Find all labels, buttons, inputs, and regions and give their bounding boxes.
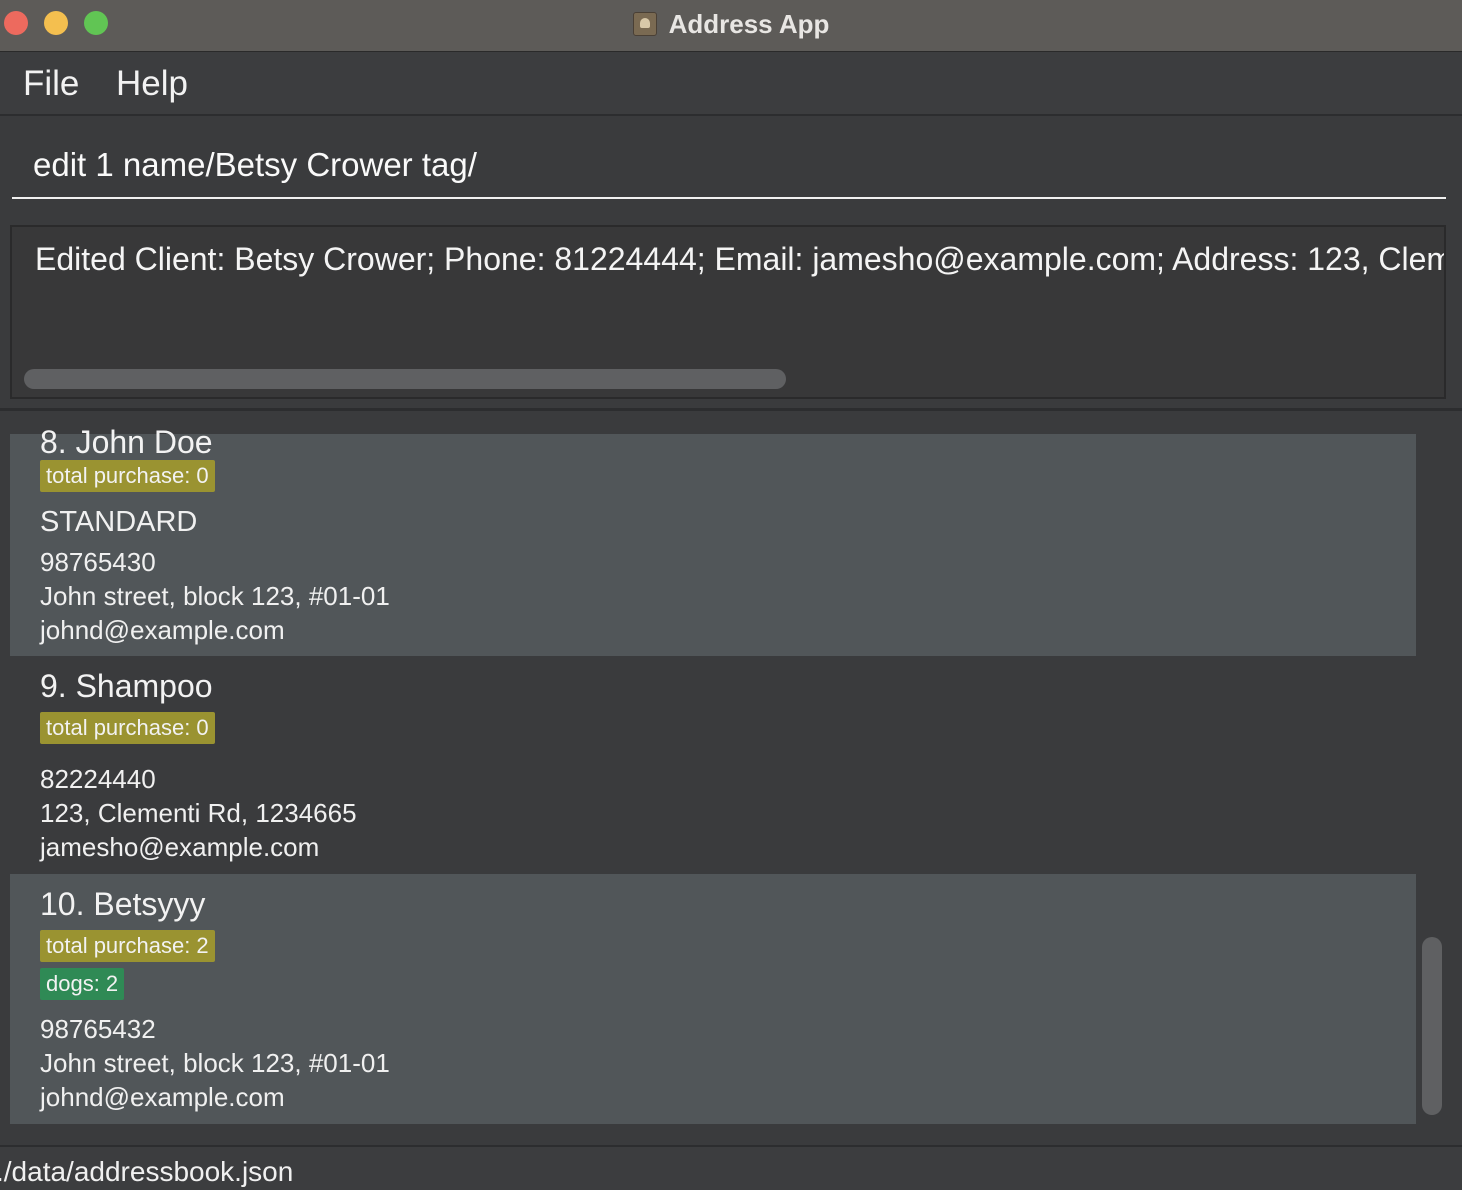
result-display-panel: Edited Client: Betsy Crower; Phone: 8122… [0,213,1462,411]
client-address: John street, block 123, #01-01 [40,1048,390,1078]
vertical-scrollbar[interactable] [1422,937,1442,1115]
window-title-group: Address App [0,0,1462,48]
command-input[interactable] [12,132,1446,199]
client-tier: STANDARD [40,506,198,538]
purchase-tag: total purchase: 0 [40,460,215,492]
command-box [0,118,1462,213]
client-phone: 82224440 [40,764,156,794]
client-address: John street, block 123, #01-01 [40,581,390,611]
status-bar: ./data/addressbook.json [0,1145,1462,1190]
client-phone: 98765430 [40,547,156,577]
result-text: Edited Client: Betsy Crower; Phone: 8122… [35,241,1446,277]
menu-help[interactable]: Help [116,64,188,104]
client-card[interactable]: 10. Betsyyy total purchase: 2 dogs: 2 98… [10,874,1416,1124]
client-name: 10. Betsyyy [40,886,206,922]
title-bar: Address App [0,0,1462,52]
window-title: Address App [668,8,830,39]
purchase-tag: total purchase: 0 [40,712,215,744]
client-email: johnd@example.com [40,615,285,645]
client-phone: 98765432 [40,1014,156,1044]
client-list: 8. John Doe total purchase: 0 STANDARD 9… [0,411,1462,1145]
menu-bar: File Help [0,52,1462,116]
address-book-icon [632,12,657,36]
client-card[interactable]: 8. John Doe total purchase: 0 STANDARD 9… [10,424,1416,656]
result-display: Edited Client: Betsy Crower; Phone: 8122… [10,225,1446,399]
menu-file[interactable]: File [23,64,79,104]
purchase-tag: total purchase: 2 [40,930,215,962]
horizontal-scrollbar[interactable] [24,369,786,389]
client-email: jamesho@example.com [40,832,320,862]
client-name: 8. John Doe [40,424,213,460]
client-email: johnd@example.com [40,1082,285,1112]
client-address: 123, Clementi Rd, 1234665 [40,798,357,828]
storage-path: ./data/addressbook.json [0,1156,294,1187]
client-name: 9. Shampoo [40,668,213,704]
client-card[interactable]: 9. Shampoo total purchase: 0 82224440 12… [10,656,1416,874]
pet-tag: dogs: 2 [40,968,125,1000]
